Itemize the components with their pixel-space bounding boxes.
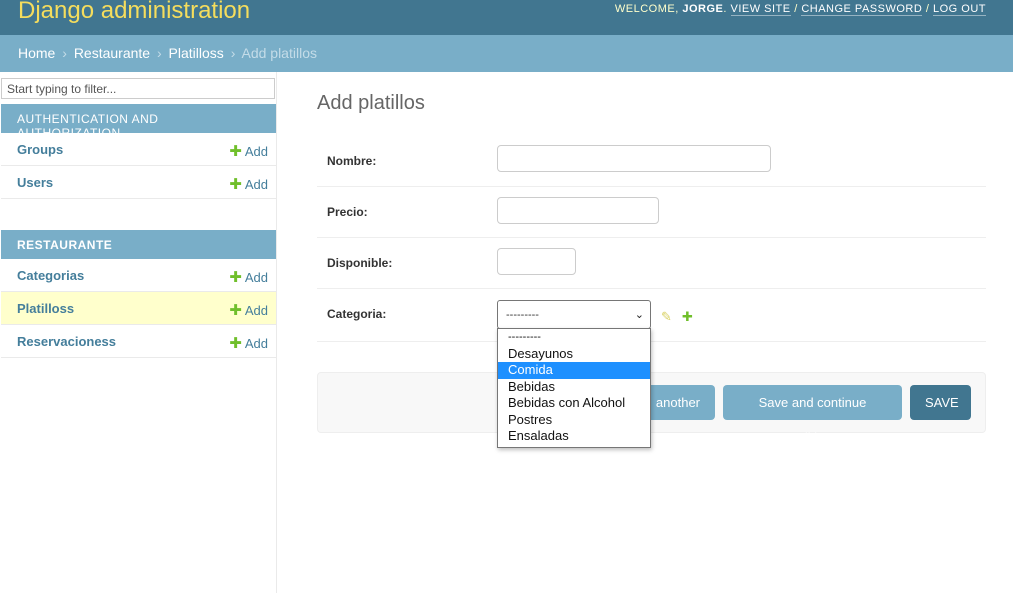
precio-field[interactable] bbox=[497, 197, 659, 224]
username: JORGE bbox=[682, 3, 724, 15]
dropdown-option[interactable]: --------- bbox=[498, 329, 650, 346]
breadcrumb: Home › Restaurante › Platilloss › Add pl… bbox=[0, 35, 1013, 72]
sidebar-item-users: Users ✚ Add bbox=[1, 166, 276, 199]
precio-label: Precio: bbox=[327, 205, 368, 219]
add-platilloss-link[interactable]: ✚ Add bbox=[229, 301, 268, 319]
disponible-label: Disponible: bbox=[327, 256, 393, 270]
dropdown-option[interactable]: Bebidas bbox=[498, 379, 650, 396]
sidebar-item-reservacioness: Reservacioness ✚ Add bbox=[1, 325, 276, 358]
breadcrumb-model[interactable]: Platilloss bbox=[169, 45, 224, 61]
user-tools: WELCOME, JORGE. VIEW SITE / CHANGE PASSW… bbox=[614, 3, 986, 16]
model-link-reservacioness[interactable]: Reservacioness bbox=[17, 334, 116, 349]
add-users-link[interactable]: ✚ Add bbox=[229, 175, 268, 193]
save-continue-button[interactable]: Save and continue editing bbox=[723, 385, 902, 445]
plus-icon: ✚ bbox=[229, 143, 242, 160]
model-link-users[interactable]: Users bbox=[17, 175, 53, 190]
site-header: Django administration WELCOME, JORGE. VI… bbox=[0, 0, 1013, 35]
categoria-select[interactable]: --------- ⌄ bbox=[497, 300, 651, 329]
breadcrumb-home[interactable]: Home bbox=[18, 45, 55, 61]
page-title: Add platillos bbox=[317, 92, 425, 114]
add-categorias-link[interactable]: ✚ Add bbox=[229, 268, 268, 286]
form-row-precio: Precio: bbox=[317, 187, 986, 238]
sidebar-item-platilloss: Platilloss ✚ Add bbox=[1, 292, 276, 325]
welcome-text: WELCOME, bbox=[614, 3, 679, 15]
module-caption-restaurante[interactable]: RESTAURANTE bbox=[1, 230, 276, 259]
categoria-dropdown-list: --------- Desayunos Comida Bebidas Bebid… bbox=[497, 328, 651, 448]
dropdown-option[interactable]: Ensaladas bbox=[498, 428, 650, 445]
plus-icon: ✚ bbox=[229, 335, 242, 352]
sidebar-item-groups: Groups ✚ Add bbox=[1, 133, 276, 166]
sidebar-item-categorias: Categorias ✚ Add bbox=[1, 259, 276, 292]
categoria-selected-value: --------- bbox=[506, 309, 539, 321]
form-row-disponible: Disponible: bbox=[317, 238, 986, 289]
plus-icon: ✚ bbox=[229, 176, 242, 193]
form-row-nombre: Nombre: bbox=[317, 136, 986, 187]
chevron-down-icon: ⌄ bbox=[634, 309, 644, 321]
dropdown-option[interactable]: Desayunos bbox=[498, 346, 650, 363]
add-groups-link[interactable]: ✚ Add bbox=[229, 142, 268, 160]
nav-sidebar: AUTHENTICATION AND AUTHORIZATION Groups … bbox=[0, 72, 277, 593]
view-site-link[interactable]: VIEW SITE bbox=[730, 3, 791, 16]
dropdown-option[interactable]: Postres bbox=[498, 412, 650, 429]
dropdown-option-highlighted[interactable]: Comida bbox=[498, 362, 650, 379]
categoria-label: Categoria: bbox=[327, 307, 387, 321]
nav-filter-input[interactable] bbox=[1, 78, 275, 99]
add-reservacioness-link[interactable]: ✚ Add bbox=[229, 334, 268, 352]
disponible-field[interactable] bbox=[497, 248, 576, 275]
submit-row: another Save and continue editing SAVE bbox=[317, 372, 986, 445]
dropdown-option[interactable]: Bebidas con Alcohol bbox=[498, 395, 650, 412]
plus-icon[interactable]: ✚ bbox=[682, 309, 693, 325]
model-link-platilloss[interactable]: Platilloss bbox=[17, 301, 74, 316]
model-link-groups[interactable]: Groups bbox=[17, 142, 63, 157]
module-caption-auth[interactable]: AUTHENTICATION AND AUTHORIZATION bbox=[1, 104, 276, 140]
nombre-field[interactable] bbox=[497, 145, 771, 172]
model-link-categorias[interactable]: Categorias bbox=[17, 268, 84, 283]
site-branding[interactable]: Django administration bbox=[18, 0, 250, 25]
change-password-link[interactable]: CHANGE PASSWORD bbox=[801, 3, 923, 16]
pencil-icon[interactable]: ✎ bbox=[661, 309, 672, 325]
save-button[interactable]: SAVE bbox=[910, 385, 971, 420]
nombre-label: Nombre: bbox=[327, 154, 377, 168]
form-row-categoria: Categoria: --------- ⌄ ✎ ✚ bbox=[317, 289, 986, 342]
breadcrumb-current: Add platillos bbox=[241, 45, 317, 61]
plus-icon: ✚ bbox=[229, 302, 242, 319]
log-out-link[interactable]: LOG OUT bbox=[932, 3, 986, 16]
plus-icon: ✚ bbox=[229, 269, 242, 286]
breadcrumb-app[interactable]: Restaurante bbox=[74, 45, 150, 61]
